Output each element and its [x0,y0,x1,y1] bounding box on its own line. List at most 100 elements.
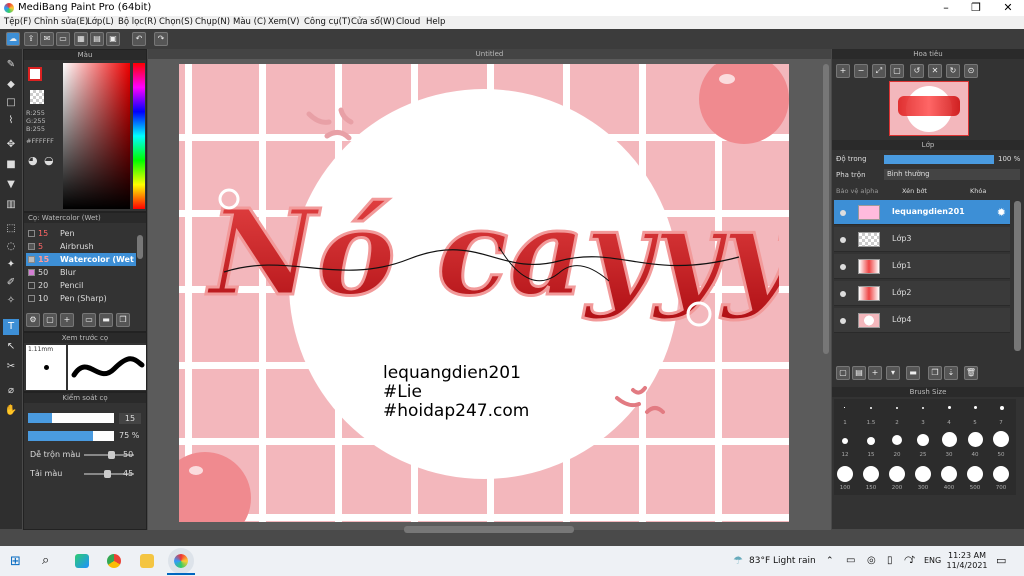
transparent-color[interactable] [30,90,44,104]
battery-icon[interactable]: ▯ [887,555,893,566]
folder-icon[interactable]: ▬ [99,313,113,327]
notifications-icon[interactable]: ▭ [996,554,1006,567]
bucket-tool-icon[interactable]: ▼ [3,177,19,193]
divide-tool-icon[interactable]: ✂ [3,359,19,375]
brush-settings-icon[interactable]: ⚙ [26,313,40,327]
brush-item[interactable]: 5 Airbrush [26,240,136,253]
menu-layer[interactable]: Lớp(L) [87,17,114,27]
select-eraser-icon[interactable]: ✧ [3,293,19,309]
fill-rect-tool-icon[interactable]: ■ [3,157,19,173]
brush-size-label[interactable]: 500 [965,485,985,491]
brush-size-label[interactable]: 25 [913,452,933,458]
edge-icon[interactable] [75,554,89,568]
copy-brush-icon[interactable]: ▭ [82,313,96,327]
foreground-color[interactable] [28,67,42,81]
canvas-horizontal-scrollbar[interactable] [404,526,574,533]
protect-alpha-checkbox[interactable]: Bảo vệ alpha [836,187,878,195]
layer-item[interactable]: lequangdien201 ✹ [834,200,1010,225]
brush-size-label[interactable]: 200 [887,485,907,491]
cloud-icon[interactable]: ☁ [6,32,20,46]
comment-icon[interactable]: ▭ [56,32,70,46]
add-brush-icon[interactable]: + [60,313,74,327]
undo-icon[interactable]: ↶ [132,32,146,46]
brush-size-label[interactable]: 2 [887,420,907,426]
menu-color[interactable]: Màu (C) [233,17,266,27]
maximize-icon[interactable]: ❐ [961,0,991,16]
menu-cloud[interactable]: Cloud [396,17,420,27]
brush-size-label[interactable]: 100 [835,485,855,491]
select-tool-icon[interactable]: ⬚ [3,221,19,237]
add-layer-icon[interactable]: + [868,366,882,380]
speaker-icon[interactable]: ♪ [909,555,915,566]
layer-settings-icon[interactable]: ✹ [997,206,1006,219]
camera-icon[interactable]: ◎ [867,555,876,566]
settings-icon[interactable]: ▣ [106,32,120,46]
canvas-tab[interactable]: Untitled [148,49,831,59]
eyedropper-icon[interactable]: ⌀ [3,383,19,399]
gradient-tool-icon[interactable]: ▥ [3,197,19,213]
fit-icon[interactable]: ⤢ [872,64,886,78]
lock-checkbox[interactable]: Khóa [970,187,986,195]
visibility-icon[interactable] [840,237,846,243]
menu-tools[interactable]: Công cụ(T) [304,17,351,27]
brush-opacity-slider[interactable] [28,431,114,441]
brush-size-label[interactable]: 300 [913,485,933,491]
brush-tool-icon[interactable]: ✎ [3,57,19,73]
delete-layer-icon[interactable]: 🗑 [964,366,978,380]
canvas-vertical-scrollbar[interactable] [823,64,829,354]
brush-size-label[interactable]: 1.5 [861,420,881,426]
clock[interactable]: 11:23 AM 11/4/2021 [946,551,988,571]
menu-window[interactable]: Cửa sổ(W) [351,17,395,27]
magic-wand-icon[interactable]: ✦ [3,257,19,273]
medibang-taskbar-icon[interactable] [168,548,194,574]
menu-select[interactable]: Chọn(S) [159,17,193,27]
duplicate-brush-icon[interactable]: ❐ [116,313,130,327]
brush-size-label[interactable]: 150 [861,485,881,491]
merge-layer-icon[interactable]: ⇣ [944,366,958,380]
search-icon[interactable]: ⌕ [42,553,49,568]
brush-width-value[interactable]: 15 [119,413,141,424]
actual-size-icon[interactable]: ▢ [890,64,904,78]
zoom-out-icon[interactable]: − [854,64,868,78]
operation-tool-icon[interactable]: ↖ [3,339,19,355]
palette-add-icon[interactable]: ◒ [44,154,56,167]
visibility-icon[interactable] [840,210,846,216]
brush-size-label[interactable]: 30 [939,452,959,458]
visibility-icon[interactable] [840,318,846,324]
chevron-up-icon[interactable]: ⌃ [826,556,834,566]
brush-width-slider[interactable] [28,413,114,423]
hand-tool-icon[interactable]: ✋ [3,403,19,419]
blend-mode-select[interactable]: Bình thường [884,169,1020,180]
close-icon[interactable]: ✕ [993,0,1023,16]
chat-icon[interactable]: ✉ [40,32,54,46]
layer-item[interactable]: Lớp3 [834,227,1010,252]
new-brush-icon[interactable]: ▢ [43,313,57,327]
visibility-icon[interactable] [840,291,846,297]
menu-help[interactable]: Help [426,17,445,27]
select-pen-icon[interactable]: ✐ [3,275,19,291]
layer-item[interactable]: Lớp1 [834,254,1010,279]
file-explorer-icon[interactable] [140,554,154,568]
brush-item[interactable]: 15 Pen [26,227,136,240]
network-icon[interactable]: ▭ [846,555,855,566]
move-tool-icon[interactable]: ✥ [3,137,19,153]
rotate-left-icon[interactable]: ↺ [910,64,924,78]
eraser-tool-icon[interactable]: ◆ [3,77,19,93]
shape-tool-icon[interactable]: □ [3,95,19,111]
brush-size-label[interactable]: 7 [991,420,1011,426]
add-layer-menu-icon[interactable]: ▾ [886,366,900,380]
minimize-icon[interactable]: – [931,0,961,16]
duplicate-layer-icon[interactable]: ❐ [928,366,942,380]
grid-icon[interactable]: ▦ [74,32,88,46]
brush-item[interactable]: 20 Pencil [26,279,136,292]
flip-icon[interactable]: ✕ [928,64,942,78]
upload-icon[interactable]: ⇪ [24,32,38,46]
brush-size-label[interactable]: 12 [835,452,855,458]
layer-item[interactable]: Lớp2 [834,281,1010,306]
brush-size-label[interactable]: 15 [861,452,881,458]
brush-item[interactable]: 10 Pen (Sharp) [26,292,136,305]
brush-size-label[interactable]: 3 [913,420,933,426]
menu-filter[interactable]: Bộ lọc(R) [118,17,157,27]
layer-folder-icon[interactable]: ▬ [906,366,920,380]
navigator-thumbnail[interactable] [889,81,969,136]
